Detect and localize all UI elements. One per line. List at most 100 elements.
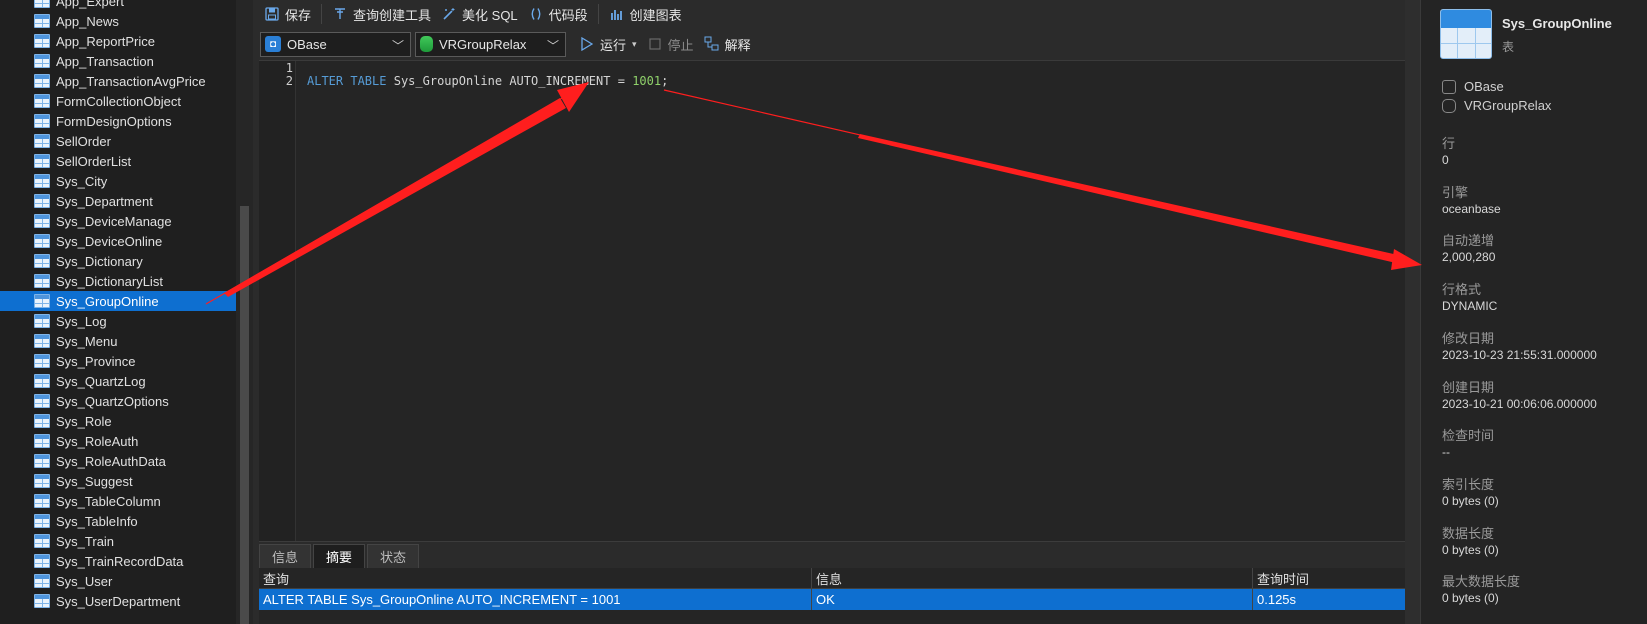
connection-select[interactable]: ◘ OBase ﹀ <box>260 31 411 57</box>
sql-line-2[interactable]: ALTER TABLE Sys_GroupOnline AUTO_INCREME… <box>307 74 668 88</box>
run-dropdown-icon[interactable]: ▾ <box>632 39 637 50</box>
table-icon <box>34 134 50 148</box>
result-info-cell: OK <box>812 589 1253 610</box>
table-icon <box>34 114 50 128</box>
tree-item-table[interactable]: Sys_User <box>0 571 236 591</box>
tree-item-table[interactable]: Sys_Role <box>0 411 236 431</box>
tree-item-table[interactable]: Sys_Province <box>0 351 236 371</box>
stop-button[interactable]: 停止 <box>642 32 699 56</box>
tree-item-label: Sys_Train <box>56 533 115 549</box>
tree-item-table[interactable]: Sys_QuartzOptions <box>0 391 236 411</box>
tree-item-table[interactable]: Sys_Dictionary <box>0 251 236 271</box>
tree-item-label: Sys_QuartzLog <box>56 373 146 389</box>
sql-editor[interactable]: 1 2 ALTER TABLE Sys_GroupOnline AUTO_INC… <box>259 60 1420 541</box>
tree-item-table[interactable]: FormCollectionObject <box>0 91 236 111</box>
tree-item-table[interactable]: FormDesignOptions <box>0 111 236 131</box>
save-button[interactable]: 保存 <box>259 2 316 26</box>
tree-item-label: Sys_GroupOnline <box>56 293 159 309</box>
tree-item-table[interactable]: Sys_City <box>0 171 236 191</box>
database-select[interactable]: VRGroupRelax ﹀ <box>415 31 566 57</box>
tree-scrollbar-thumb[interactable] <box>240 206 249 624</box>
tree-item-table[interactable]: App_Transaction <box>0 51 236 71</box>
beautify-sql-button[interactable]: 美化 SQL <box>436 2 523 26</box>
tree-item-table[interactable]: SellOrder <box>0 131 236 151</box>
tree-item-table[interactable]: App_News <box>0 11 236 31</box>
table-icon <box>34 394 50 408</box>
result-tab[interactable]: 状态 <box>367 544 420 568</box>
info-connection-label: OBase <box>1464 79 1504 94</box>
column-header-query[interactable]: 查询 <box>259 568 812 588</box>
property-value: 0 bytes (0) <box>1442 591 1499 606</box>
query-builder-button[interactable]: 查询创建工具 <box>327 2 436 26</box>
tree-item-table[interactable]: App_TransactionAvgPrice <box>0 71 236 91</box>
tree-item-table[interactable]: Sys_RoleAuthData <box>0 451 236 471</box>
save-icon <box>264 6 280 22</box>
tree-item-label: Sys_Menu <box>56 333 118 349</box>
tree-item-table[interactable]: Sys_TrainRecordData <box>0 551 236 571</box>
tree-item-table[interactable]: Sys_GroupOnline <box>0 291 236 311</box>
table-icon <box>34 374 50 388</box>
save-label: 保存 <box>285 7 312 23</box>
tree-item-label: Sys_TrainRecordData <box>56 553 184 569</box>
tree-item-table[interactable]: SellOrderList <box>0 151 236 171</box>
query-editor-area: 保存 查询创建工具 美化 SQL 代码段 创建图表 ◘ OBase ﹀ VRGr… <box>253 0 1420 624</box>
tree-item-table[interactable]: App_ReportPrice <box>0 31 236 51</box>
table-icon <box>34 334 50 348</box>
editor-scrollbar[interactable] <box>1405 0 1420 624</box>
tree-item-label: Sys_RoleAuth <box>56 433 139 449</box>
tree-item-table[interactable]: Sys_TableInfo <box>0 511 236 531</box>
result-tab[interactable]: 摘要 <box>313 544 366 568</box>
table-icon <box>34 234 50 248</box>
tree-item-label: App_ReportPrice <box>56 33 155 49</box>
tree-item-table[interactable]: Sys_Department <box>0 191 236 211</box>
table-icon <box>34 254 50 268</box>
chevron-down-icon: ﹀ <box>391 38 404 53</box>
table-icon <box>34 294 50 308</box>
create-chart-button[interactable]: 创建图表 <box>604 2 687 26</box>
tree-item-table[interactable]: Sys_Suggest <box>0 471 236 491</box>
tree-item-table[interactable]: Sys_UserDepartment <box>0 591 236 611</box>
tree-item-label: Sys_TableColumn <box>56 493 161 509</box>
property-value: 0 bytes (0) <box>1442 542 1499 557</box>
code-snippet-icon <box>528 6 544 22</box>
table-icon <box>34 54 50 68</box>
sql-keyword: ALTER TABLE <box>307 74 387 88</box>
property-label: 自动递增 <box>1442 233 1495 249</box>
column-header-time[interactable]: 查询时间 <box>1253 568 1420 588</box>
result-tab[interactable]: 信息 <box>259 544 312 568</box>
property-value: oceanbase <box>1442 201 1501 216</box>
table-row[interactable]: ALTER TABLE Sys_GroupOnline AUTO_INCREME… <box>259 589 1420 610</box>
database-icon <box>420 36 433 52</box>
tree-item-label: App_TransactionAvgPrice <box>56 73 206 89</box>
tree-item-table[interactable]: Sys_TableColumn <box>0 491 236 511</box>
explain-button[interactable]: 解释 <box>699 32 756 56</box>
code-snippet-button[interactable]: 代码段 <box>523 2 593 26</box>
tree-item-table[interactable]: App_Expert <box>0 0 236 11</box>
result-query-cell: ALTER TABLE Sys_GroupOnline AUTO_INCREME… <box>259 589 812 610</box>
tree-item-table[interactable]: Sys_DeviceManage <box>0 211 236 231</box>
table-icon <box>34 0 50 8</box>
tree-item-table[interactable]: Sys_QuartzLog <box>0 371 236 391</box>
property-value: DYNAMIC <box>1442 299 1498 314</box>
table-icon <box>34 434 50 448</box>
tree-scrollbar[interactable] <box>236 0 253 624</box>
tree-item-table[interactable]: Sys_Menu <box>0 331 236 351</box>
tree-item-table[interactable]: Sys_DeviceOnline <box>0 231 236 251</box>
info-connection: OBase <box>1442 79 1504 94</box>
run-button[interactable]: 运行 ▾ <box>574 32 642 56</box>
line-number: 1 <box>285 61 293 75</box>
explain-label: 解释 <box>724 37 751 53</box>
database-value: VRGroupRelax <box>439 36 527 52</box>
tree-item-label: FormDesignOptions <box>56 113 172 129</box>
tree-item-table[interactable]: Sys_Log <box>0 311 236 331</box>
line-number: 2 <box>285 74 293 88</box>
column-header-info[interactable]: 信息 <box>812 568 1253 588</box>
play-icon <box>579 36 595 52</box>
table-icon <box>34 194 50 208</box>
stop-label: 停止 <box>667 37 694 53</box>
tree-item-table[interactable]: Sys_DictionaryList <box>0 271 236 291</box>
tree-item-label: Sys_Department <box>56 193 153 209</box>
table-icon <box>34 34 50 48</box>
tree-item-table[interactable]: Sys_RoleAuth <box>0 431 236 451</box>
tree-item-table[interactable]: Sys_Train <box>0 531 236 551</box>
